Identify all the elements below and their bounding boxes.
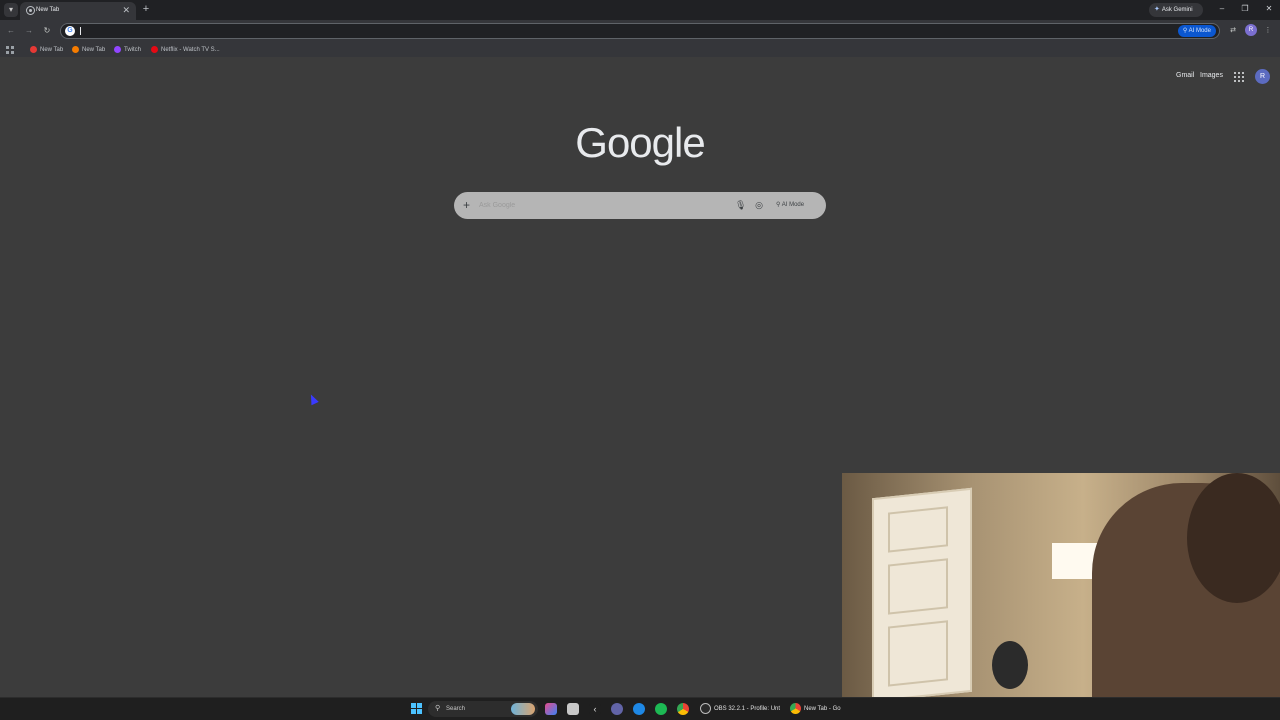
gemini-spark-icon: ✦: [1154, 6, 1160, 13]
webcam-fan: [992, 641, 1028, 689]
chevron-left-icon[interactable]: ‹: [589, 703, 601, 715]
bookmarks-bar: New Tab New Tab Twitch Netflix - Watch T…: [0, 42, 1280, 57]
gmail-link[interactable]: Gmail: [1176, 72, 1194, 79]
ask-gemini-label: Ask Gemini: [1161, 7, 1193, 13]
plus-icon[interactable]: +: [463, 198, 470, 212]
chrome-icon[interactable]: [677, 703, 689, 715]
obs-icon: [700, 703, 711, 714]
chevron-down-icon: ▾: [8, 5, 13, 14]
google-search-box[interactable]: + 🎙 ◎ ⚲ AI Mode: [454, 192, 826, 219]
address-input[interactable]: [79, 25, 1159, 37]
twitch-icon: [114, 45, 121, 53]
google-search-input[interactable]: [479, 199, 729, 212]
tab-search-button[interactable]: ▾: [4, 3, 18, 17]
address-bar[interactable]: G ⚲ AI Mode: [60, 23, 1220, 39]
forward-arrow-icon[interactable]: →: [23, 25, 35, 37]
camera-lens-icon[interactable]: ◎: [754, 199, 764, 211]
spotify-icon[interactable]: [655, 703, 667, 715]
bookmark-twitch[interactable]: Twitch: [114, 45, 141, 55]
netflix-icon: [151, 45, 158, 53]
copilot-icon[interactable]: [545, 703, 557, 715]
bookmark-label: Netflix - Watch TV S...: [161, 47, 220, 53]
taskbar: ⚲ Search ‹ OBS 32.2.1 - Profile: Unt New…: [0, 697, 1280, 720]
teams-icon[interactable]: [611, 703, 623, 715]
search-ai-mode-label: AI Mode: [781, 202, 805, 208]
tab-new-tab[interactable]: New Tab ✕: [20, 2, 136, 20]
account-avatar[interactable]: R: [1255, 69, 1270, 84]
profile-avatar[interactable]: R: [1245, 24, 1257, 36]
taskbar-search[interactable]: ⚲ Search: [428, 701, 538, 717]
windows-start-icon[interactable]: [411, 703, 422, 714]
webcam-person-head: [1187, 473, 1280, 603]
ask-gemini-button[interactable]: ✦ Ask Gemini: [1149, 3, 1203, 17]
search-icon: ⚲: [435, 705, 441, 712]
restore-button[interactable]: ❐: [1239, 3, 1251, 15]
reload-icon[interactable]: ↻: [41, 25, 53, 37]
tab-close-button[interactable]: ✕: [122, 4, 130, 16]
minimize-button[interactable]: –: [1216, 3, 1228, 15]
bookmark-label: New Tab: [82, 47, 106, 53]
bookmark-new-tab-1[interactable]: New Tab: [30, 45, 63, 55]
edge-icon[interactable]: [633, 703, 645, 715]
taskbar-search-label: Search: [446, 706, 466, 712]
google-logo: Google: [575, 119, 705, 166]
close-window-button[interactable]: ✕: [1263, 3, 1275, 15]
microphone-icon[interactable]: 🎙: [735, 199, 746, 211]
bookmark-netflix[interactable]: Netflix - Watch TV S...: [151, 45, 220, 55]
search-highlight-art: [511, 703, 535, 715]
bookmark-label: Twitch: [124, 47, 142, 53]
taskbar-chrome-window[interactable]: New Tab - Go: [788, 701, 842, 717]
back-arrow-icon[interactable]: ←: [5, 25, 17, 37]
google-apps-icon[interactable]: [1234, 72, 1244, 82]
extension-icon[interactable]: ⇄: [1227, 25, 1239, 37]
omnibox-ai-mode-button[interactable]: ⚲ AI Mode: [1177, 25, 1216, 37]
chrome-icon: [790, 703, 801, 714]
bookmark-label: New Tab: [40, 47, 64, 53]
bookmark-favicon-icon: [30, 45, 37, 53]
taskbar-obs[interactable]: OBS 32.2.1 - Profile: Unt: [698, 701, 784, 717]
bookmark-new-tab-2[interactable]: New Tab: [72, 45, 105, 55]
browser-toolbar: ← → ↻ G ⚲ AI Mode ⇄ R ⋮: [0, 20, 1280, 42]
taskbar-obs-label: OBS 32.2.1 - Profile: Unt: [714, 706, 781, 712]
taskbar-chrome-label: New Tab - Go: [804, 706, 841, 712]
text-caret: [80, 27, 81, 35]
search-ai-mode-button[interactable]: ⚲ AI Mode: [776, 199, 804, 211]
new-tab-button[interactable]: +: [141, 2, 151, 16]
file-explorer-icon[interactable]: [567, 703, 579, 715]
images-link[interactable]: Images: [1200, 72, 1223, 79]
bookmark-favicon-icon: [72, 45, 79, 53]
chrome-favicon-icon: [26, 6, 35, 15]
apps-grid-icon[interactable]: [6, 46, 14, 54]
tab-strip: ▾ New Tab ✕ + ✦ Ask Gemini – ❐ ✕: [0, 0, 1280, 20]
tab-title: New Tab: [36, 7, 60, 13]
webcam-overlay: [842, 473, 1280, 697]
google-g-icon: G: [65, 26, 75, 36]
webcam-door: [872, 487, 972, 697]
omnibox-ai-mode-label: AI Mode: [1188, 28, 1211, 34]
kebab-menu-icon[interactable]: ⋮: [1262, 25, 1274, 37]
